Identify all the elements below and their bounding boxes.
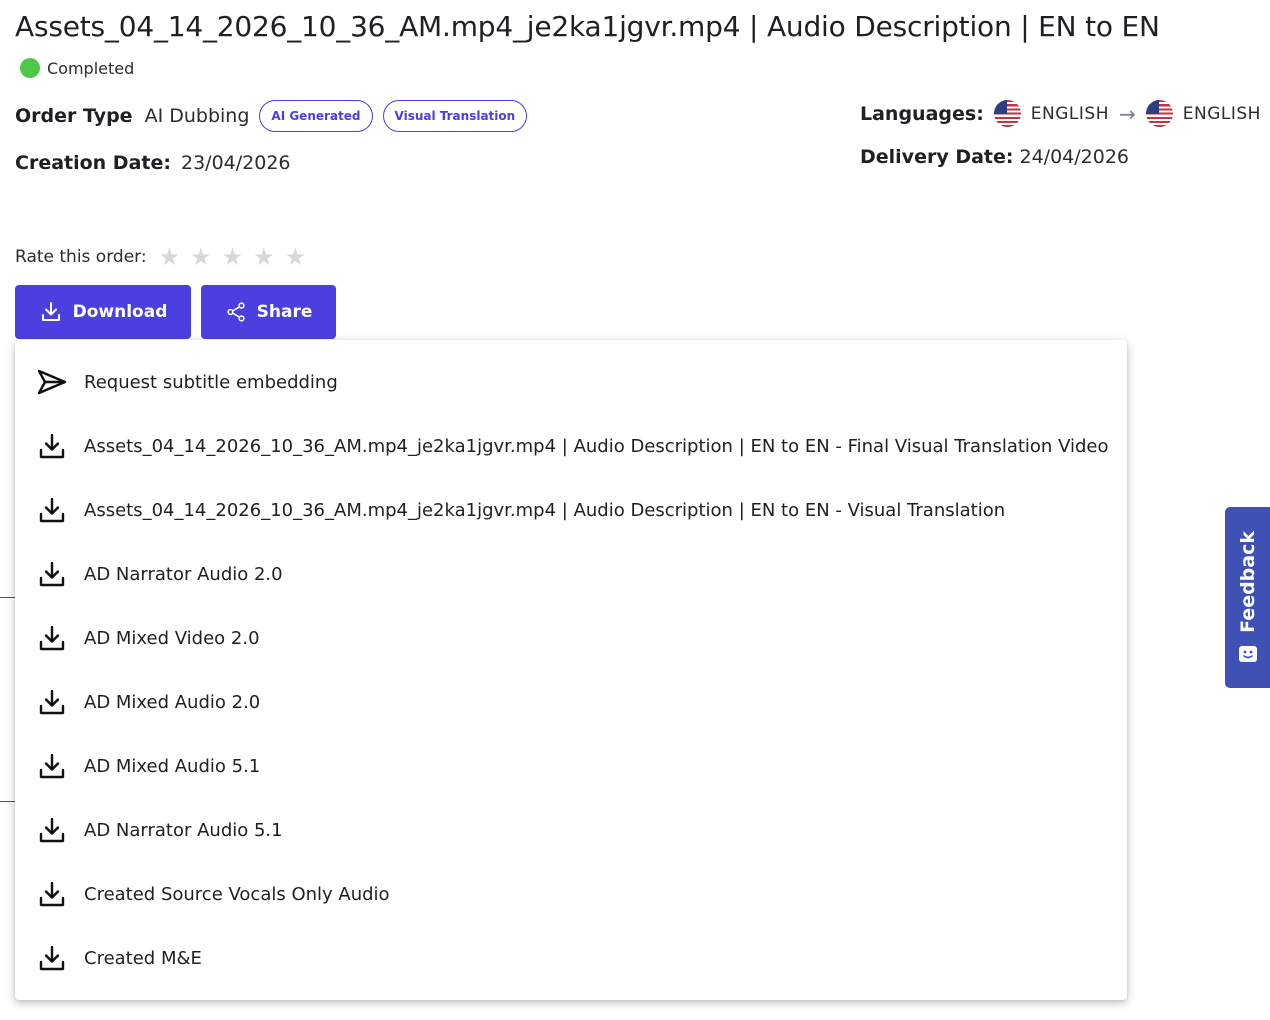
feedback-tab[interactable]: Feedback xyxy=(1225,507,1270,688)
divider xyxy=(0,801,15,802)
download-icon xyxy=(36,686,68,718)
arrow-right-icon: → xyxy=(1119,101,1136,126)
menu-item-created-m-and-e[interactable]: Created M&E xyxy=(15,926,1127,990)
share-button-label: Share xyxy=(256,302,313,322)
tag-ai-generated: AI Generated xyxy=(259,100,373,132)
languages-row: Languages: ENGLISH → ENGLISH xyxy=(860,100,1261,127)
menu-item-ad-mixed-video-2-0[interactable]: AD Mixed Video 2.0 xyxy=(15,606,1127,670)
menu-item-label: Request subtitle embedding xyxy=(84,371,338,393)
menu-item-ad-narrator-audio-2-0[interactable]: AD Narrator Audio 2.0 xyxy=(15,542,1127,606)
download-button-label: Download xyxy=(72,302,168,322)
share-icon xyxy=(226,302,245,322)
order-type-label: Order Type xyxy=(15,105,133,127)
source-language: ENGLISH xyxy=(1030,103,1109,124)
download-menu: Request subtitle embedding Assets_04_14_… xyxy=(15,340,1127,1000)
menu-item-final-visual-translation-video[interactable]: Assets_04_14_2026_10_36_AM.mp4_je2ka1jgv… xyxy=(15,414,1127,478)
delivery-date-row: Delivery Date: 24/04/2026 xyxy=(860,146,1129,168)
menu-item-label: AD Narrator Audio 5.1 xyxy=(84,819,283,841)
creation-date-label: Creation Date: xyxy=(15,152,171,174)
menu-item-label: Assets_04_14_2026_10_36_AM.mp4_je2ka1jgv… xyxy=(84,499,1006,521)
delivery-date-value: 24/04/2026 xyxy=(1019,146,1129,168)
menu-item-label: AD Mixed Video 2.0 xyxy=(84,627,260,649)
order-type-value: AI Dubbing xyxy=(144,105,250,127)
creation-date-row: Creation Date: 23/04/2026 xyxy=(15,152,291,174)
tag-visual-translation: Visual Translation xyxy=(382,100,528,132)
feedback-label: Feedback xyxy=(1236,530,1259,633)
divider xyxy=(0,597,15,598)
menu-item-label: Assets_04_14_2026_10_36_AM.mp4_je2ka1jgv… xyxy=(84,435,1109,457)
download-icon xyxy=(36,942,68,974)
star-icon[interactable]: ★ xyxy=(190,243,212,271)
rating-label: Rate this order: xyxy=(15,247,147,267)
star-icon[interactable]: ★ xyxy=(285,243,307,271)
menu-item-ad-mixed-audio-5-1[interactable]: AD Mixed Audio 5.1 xyxy=(15,734,1127,798)
status-dot-icon xyxy=(20,58,40,78)
menu-item-label: AD Mixed Audio 2.0 xyxy=(84,691,261,713)
menu-item-label: AD Mixed Audio 5.1 xyxy=(84,755,261,777)
download-button[interactable]: Download xyxy=(15,285,191,339)
menu-item-request-subtitle-embedding[interactable]: Request subtitle embedding xyxy=(15,350,1127,414)
us-flag-icon xyxy=(1145,100,1173,127)
menu-item-label: AD Narrator Audio 2.0 xyxy=(84,563,283,585)
download-icon xyxy=(36,558,68,590)
us-flag-icon xyxy=(993,100,1021,127)
star-icon[interactable]: ★ xyxy=(253,243,275,271)
status-badge: Completed xyxy=(20,58,134,78)
download-icon xyxy=(36,494,68,526)
delivery-date-label: Delivery Date: xyxy=(860,146,1014,168)
status-label: Completed xyxy=(47,58,135,78)
page-title: Assets_04_14_2026_10_36_AM.mp4_je2ka1jgv… xyxy=(15,10,1160,43)
download-icon xyxy=(36,878,68,910)
star-icon[interactable]: ★ xyxy=(222,243,244,271)
send-icon xyxy=(36,366,68,398)
download-icon xyxy=(36,814,68,846)
menu-item-ad-mixed-audio-2-0[interactable]: AD Mixed Audio 2.0 xyxy=(15,670,1127,734)
download-icon xyxy=(36,430,68,462)
menu-item-label: Created Source Vocals Only Audio xyxy=(84,883,390,905)
menu-item-ad-narrator-audio-5-1[interactable]: AD Narrator Audio 5.1 xyxy=(15,798,1127,862)
menu-item-label: Created M&E xyxy=(84,947,202,969)
download-icon xyxy=(36,622,68,654)
download-icon xyxy=(36,750,68,782)
download-icon xyxy=(41,302,60,321)
menu-item-source-vocals-only-audio[interactable]: Created Source Vocals Only Audio xyxy=(15,862,1127,926)
menu-item-visual-translation[interactable]: Assets_04_14_2026_10_36_AM.mp4_je2ka1jgv… xyxy=(15,478,1127,542)
star-icon[interactable]: ★ xyxy=(159,243,181,271)
creation-date-value: 23/04/2026 xyxy=(180,152,291,174)
order-type-row: Order Type AI Dubbing AI Generated Visua… xyxy=(15,100,537,132)
target-language: ENGLISH xyxy=(1182,103,1261,124)
languages-label: Languages: xyxy=(860,102,984,125)
rating-row: Rate this order: ★ ★ ★ ★ ★ xyxy=(15,243,316,271)
smiley-chat-icon xyxy=(1238,646,1257,663)
share-button[interactable]: Share xyxy=(201,285,336,339)
